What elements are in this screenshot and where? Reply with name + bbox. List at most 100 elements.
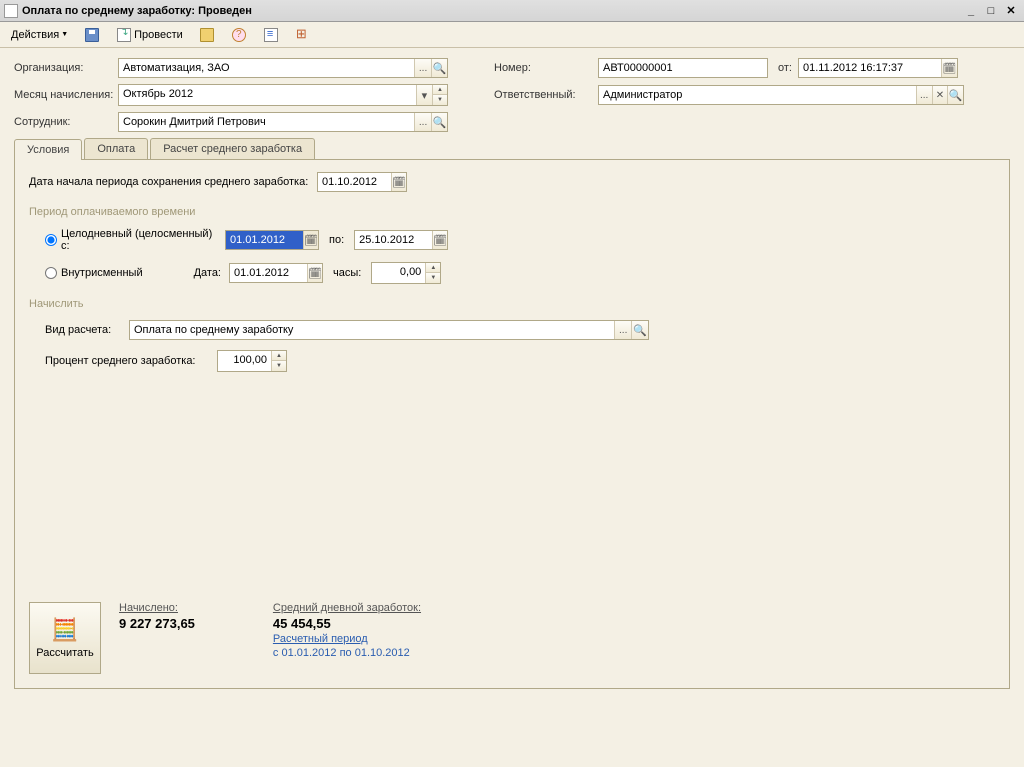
tab-conditions[interactable]: Условия (14, 139, 82, 160)
month-label: Месяц начисления: (14, 89, 118, 101)
start-date-wrap: 🗓 (317, 172, 407, 192)
employee-input[interactable] (119, 113, 414, 131)
reference-button[interactable] (192, 24, 222, 46)
tab-panel-conditions: Дата начала периода сохранения среднего … (14, 159, 1010, 689)
accrued-block: Начислено: 9 227 273,65 (119, 602, 195, 631)
daily-from-picker[interactable]: 🗓 (303, 231, 318, 249)
calendar-icon: 🗓 (433, 234, 447, 247)
accrue-section-title: Начислить (29, 298, 995, 310)
accrued-label: Начислено: (119, 602, 195, 614)
post-label: Провести (134, 29, 183, 41)
calc-type-select-button[interactable]: ... (614, 321, 631, 339)
structure-icon (296, 28, 310, 42)
window-icon (4, 4, 18, 18)
daily-from-wrap: 🗓 (225, 230, 319, 250)
number-input-wrap (598, 58, 768, 78)
responsible-clear-button[interactable]: ✕ (932, 86, 948, 104)
month-spinner: ▲ ▼ (432, 85, 447, 105)
post-button[interactable]: Провести (109, 24, 190, 46)
responsible-input[interactable] (599, 86, 916, 104)
intra-date-wrap: 🗓 (229, 263, 323, 283)
intra-date-label: Дата: (169, 267, 221, 279)
calc-type-search-button[interactable]: 🔍 (631, 321, 648, 339)
calc-type-label: Вид расчета: (45, 324, 121, 336)
list-icon (264, 28, 278, 42)
period-text: с 01.01.2012 по 01.10.2012 (273, 647, 421, 659)
org-input[interactable] (119, 59, 414, 77)
responsible-input-wrap: ... ✕ 🔍 (598, 85, 964, 105)
maximize-button[interactable]: □ (982, 3, 1000, 19)
tab-payment[interactable]: Оплата (84, 138, 148, 159)
daily-to-picker[interactable]: 🗓 (432, 231, 447, 249)
calendar-icon: 🗓 (308, 267, 322, 280)
intra-date-picker[interactable]: 🗓 (307, 264, 322, 282)
chevron-down-icon: ▾ (422, 89, 428, 102)
org-label: Организация: (14, 62, 118, 74)
help-button[interactable]: ? (224, 24, 254, 46)
tabs: Условия Оплата Расчет среднего заработка (14, 138, 1010, 159)
hours-down[interactable]: ▼ (426, 273, 440, 283)
from-date-picker[interactable]: 🗓 (941, 59, 957, 77)
start-date-input[interactable] (318, 173, 391, 191)
hours-label: часы: (333, 267, 361, 279)
from-label: от: (768, 62, 798, 74)
list-button[interactable] (256, 24, 286, 46)
org-select-button[interactable]: ... (414, 59, 430, 77)
radio-daily[interactable] (45, 234, 57, 246)
intra-date-input[interactable] (230, 264, 307, 282)
percent-down[interactable]: ▼ (272, 361, 286, 371)
actions-dropdown[interactable]: Действия ▼ (4, 26, 75, 44)
period-section-title: Период оплачиваемого времени (29, 206, 995, 218)
save-icon (85, 28, 99, 42)
responsible-search-button[interactable]: 🔍 (947, 86, 963, 104)
calc-type-wrap: ... 🔍 (129, 320, 649, 340)
percent-wrap: ▲ ▼ (217, 350, 287, 372)
search-icon: 🔍 (633, 324, 647, 337)
org-search-button[interactable]: 🔍 (431, 59, 447, 77)
employee-label: Сотрудник: (14, 116, 118, 128)
search-icon: 🔍 (949, 89, 963, 102)
close-button[interactable]: ✕ (1002, 3, 1020, 19)
month-input-wrap: ▾ ▲ ▼ (118, 84, 448, 106)
daily-to-input[interactable] (355, 231, 432, 249)
number-input[interactable] (599, 59, 767, 77)
calendar-icon: 🗓 (392, 176, 406, 189)
to-label: по: (329, 234, 344, 246)
hours-up[interactable]: ▲ (426, 263, 440, 273)
calc-type-input[interactable] (130, 321, 614, 339)
from-date-input[interactable] (799, 59, 941, 77)
book-icon (200, 28, 214, 42)
radio-intra-label: Внутрисменный (61, 267, 161, 279)
month-dropdown-button[interactable]: ▾ (416, 85, 432, 105)
hours-input[interactable] (372, 263, 425, 281)
responsible-label: Ответственный: (494, 89, 598, 101)
accrued-value: 9 227 273,65 (119, 616, 195, 631)
minimize-button[interactable]: _ (962, 3, 980, 19)
radio-intra[interactable] (45, 267, 57, 279)
calendar-icon: 🗓 (942, 62, 956, 75)
percent-input[interactable] (218, 351, 271, 369)
hours-spinner: ▲ ▼ (425, 263, 440, 283)
tab-avg-calc[interactable]: Расчет среднего заработка (150, 138, 315, 159)
percent-label: Процент среднего заработка: (45, 355, 209, 367)
percent-up[interactable]: ▲ (272, 351, 286, 361)
month-input[interactable] (119, 85, 416, 103)
start-date-picker[interactable]: 🗓 (391, 173, 406, 191)
chevron-down-icon: ▼ (61, 31, 68, 38)
month-up[interactable]: ▲ (433, 85, 447, 95)
save-button[interactable] (77, 24, 107, 46)
responsible-select-button[interactable]: ... (916, 86, 932, 104)
employee-input-wrap: ... 🔍 (118, 112, 448, 132)
search-icon: 🔍 (433, 116, 447, 129)
from-date-wrap: 🗓 (798, 58, 958, 78)
employee-search-button[interactable]: 🔍 (431, 113, 447, 131)
daily-from-input[interactable] (226, 231, 303, 249)
month-down[interactable]: ▼ (433, 95, 447, 105)
period-link[interactable]: Расчетный период (273, 633, 421, 645)
calendar-icon: 🗓 (304, 234, 318, 247)
hours-wrap: ▲ ▼ (371, 262, 441, 284)
start-date-label: Дата начала периода сохранения среднего … (29, 176, 309, 188)
structure-button[interactable] (288, 24, 318, 46)
employee-select-button[interactable]: ... (414, 113, 430, 131)
calculate-button[interactable]: 🧮 Рассчитать (29, 602, 101, 674)
